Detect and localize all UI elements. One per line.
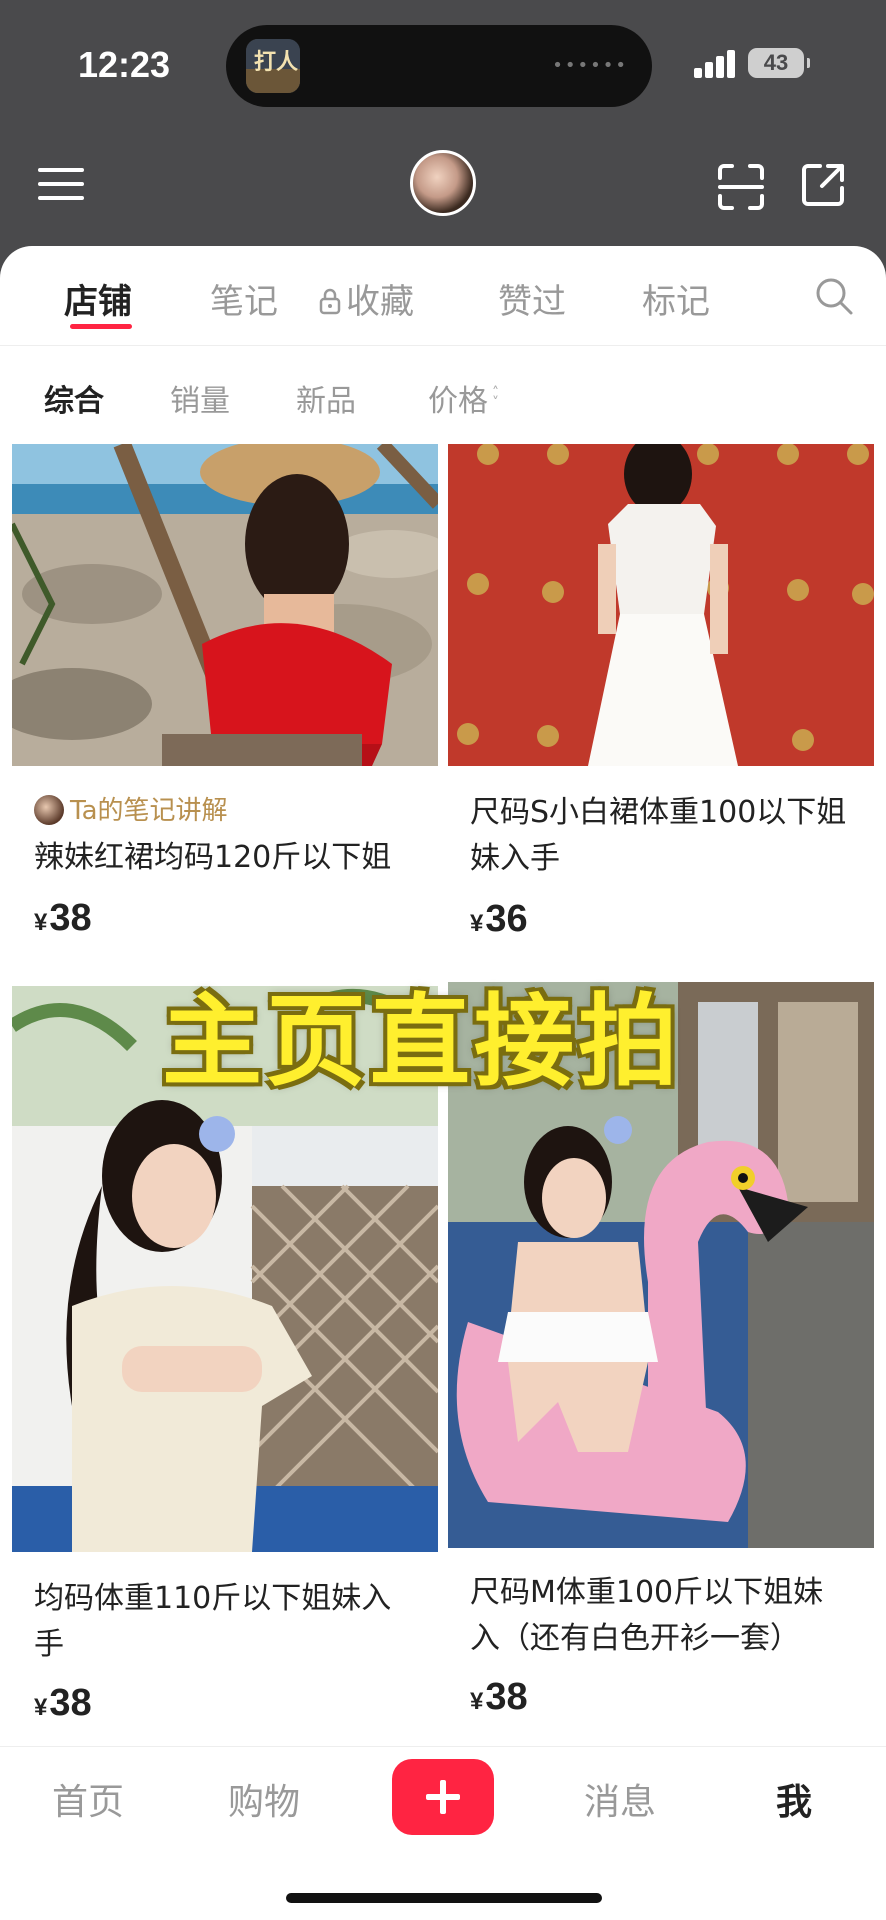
currency-symbol: ¥ xyxy=(470,910,484,937)
currency-symbol: ¥ xyxy=(34,909,48,936)
create-post-button[interactable] xyxy=(392,1759,494,1835)
product-card[interactable]: 尺码S小白裙体重100以下姐妹入手 ¥36 xyxy=(448,444,874,964)
scan-icon[interactable] xyxy=(716,162,766,212)
nav-me[interactable]: 我 xyxy=(776,1773,812,1825)
status-bar: 12:23 打人 •••••• 43 xyxy=(0,0,886,130)
product-image xyxy=(12,444,438,766)
sort-arrows-icon: ˄ ˅ xyxy=(492,385,499,411)
sort-new[interactable]: 新品 xyxy=(296,376,356,420)
search-icon[interactable] xyxy=(814,276,854,316)
tab-favorites[interactable]: 收藏 xyxy=(318,274,414,323)
status-time: 12:23 xyxy=(78,44,171,85)
product-price: ¥38 xyxy=(34,1682,416,1725)
sort-sales[interactable]: 销量 xyxy=(170,376,230,420)
menu-icon[interactable] xyxy=(38,164,84,204)
sort-price-label: 价格 xyxy=(428,384,488,419)
share-icon[interactable] xyxy=(798,160,848,210)
product-title: 辣妹红裙均码120斤以下姐 xyxy=(34,840,392,875)
nav-shop[interactable]: 购物 xyxy=(228,1773,300,1825)
product-title: 尺码S小白裙体重100以下姐妹入手 xyxy=(470,795,847,876)
sort-overall[interactable]: 综合 xyxy=(44,376,104,420)
price-value: 36 xyxy=(485,898,528,940)
profile-tabs: 店铺 笔记 收藏 赞过 标记 xyxy=(0,246,886,346)
tab-favorites-label: 收藏 xyxy=(346,282,414,322)
lock-icon xyxy=(319,288,341,315)
currency-symbol: ¥ xyxy=(470,1688,484,1715)
note-avatar xyxy=(34,795,64,825)
product-title: 均码体重110斤以下姐妹入手 xyxy=(34,1581,392,1662)
currency-symbol: ¥ xyxy=(34,1694,48,1721)
tab-active-indicator xyxy=(70,324,132,329)
nav-messages[interactable]: 消息 xyxy=(584,1773,656,1825)
signal-icon xyxy=(694,48,738,78)
home-indicator[interactable] xyxy=(286,1893,602,1903)
price-value: 38 xyxy=(485,1676,528,1718)
bottom-nav: 首页 购物 消息 我 xyxy=(0,1746,886,1920)
artwork-logo: 打人 xyxy=(246,39,300,93)
tab-liked[interactable]: 赞过 xyxy=(498,274,566,323)
product-price: ¥36 xyxy=(470,898,852,941)
tab-shop[interactable]: 店铺 xyxy=(64,274,132,323)
profile-header xyxy=(0,140,886,250)
product-title: 尺码M体重100斤以下姐妹入（还有白色开衫一套） xyxy=(470,1575,824,1656)
product-price: ¥38 xyxy=(470,1676,852,1719)
now-playing-artwork: 打人 xyxy=(246,39,300,93)
price-value: 38 xyxy=(49,897,92,939)
tab-marked[interactable]: 标记 xyxy=(642,274,710,323)
dynamic-island[interactable]: 打人 •••••• xyxy=(226,25,652,107)
sort-price[interactable]: 价格 ˄ ˅ xyxy=(428,376,499,420)
nav-home[interactable]: 首页 xyxy=(52,1773,124,1825)
product-price: ¥38 xyxy=(34,897,416,940)
svg-text:打人: 打人 xyxy=(254,50,298,75)
product-image xyxy=(448,444,874,766)
waveform-icon: •••••• xyxy=(552,55,628,76)
price-value: 38 xyxy=(49,1682,92,1724)
overlay-caption: 主页直接拍 xyxy=(162,983,682,1100)
tab-notes[interactable]: 笔记 xyxy=(210,274,278,323)
product-card[interactable]: Ta的笔记讲解 辣妹红裙均码120斤以下姐 ¥38 xyxy=(12,444,438,964)
note-label: Ta的笔记讲解 xyxy=(70,796,228,826)
sort-bar: 综合 销量 新品 价格 ˄ ˅ xyxy=(0,346,886,442)
battery-indicator: 43 xyxy=(748,48,810,78)
note-explanation-link[interactable]: Ta的笔记讲解 xyxy=(34,790,416,827)
avatar[interactable] xyxy=(410,150,476,216)
